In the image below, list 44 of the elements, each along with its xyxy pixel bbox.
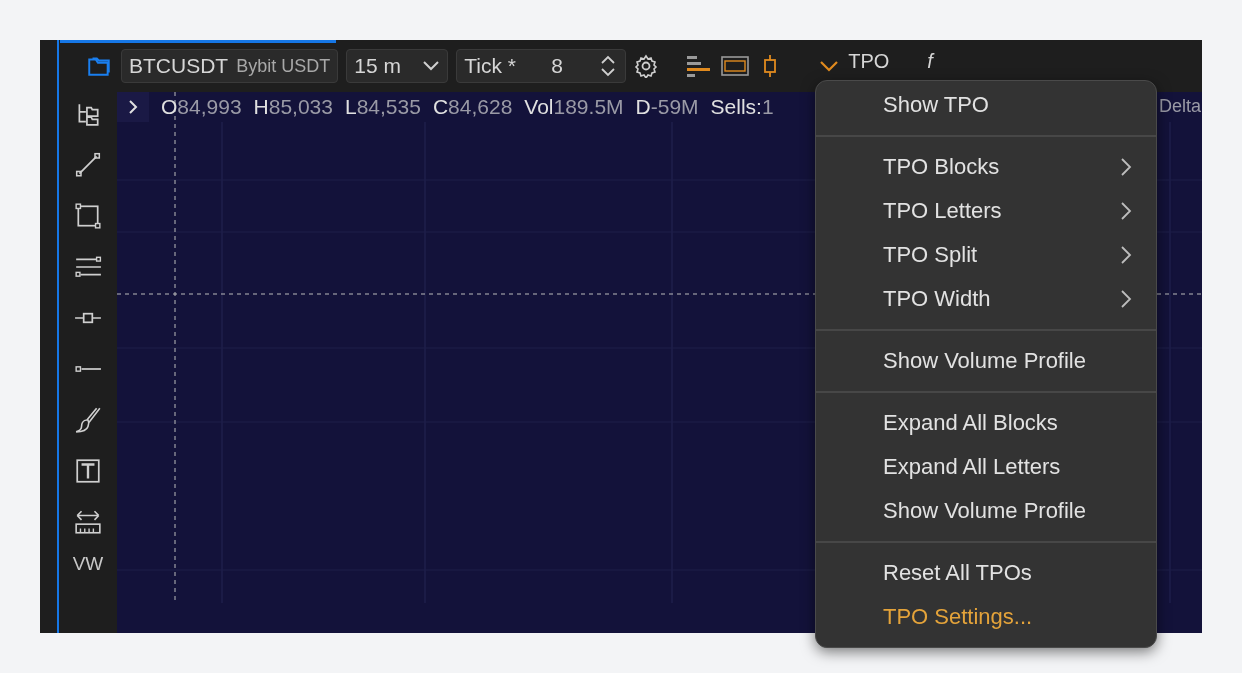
tick-size-field[interactable]: Tick * 8 [456, 49, 627, 83]
submenu-item[interactable]: TPO Blocks [816, 145, 1156, 189]
exchange-text: Bybit USDT [236, 55, 331, 77]
menu-item[interactable]: Reset All TPOs [816, 551, 1156, 595]
menu-item[interactable]: TPO Settings... [816, 595, 1156, 639]
menu-item[interactable]: Expand All Letters [816, 445, 1156, 489]
chevron-right-icon [1120, 157, 1132, 177]
ohlc-value: Vol189.5M [524, 95, 624, 119]
ohlc-value: O84,993 [161, 95, 242, 119]
brush-icon[interactable] [74, 406, 102, 434]
ohlc-value: C84,628 [432, 95, 513, 119]
chevron-down-icon [422, 60, 441, 72]
submenu-item[interactable]: TPO Split [816, 233, 1156, 277]
expand-button[interactable] [117, 92, 149, 122]
rectangle-icon[interactable] [74, 202, 102, 230]
menu-item[interactable]: Show TPO [816, 83, 1156, 127]
ohlc-value: Sells:1 [710, 95, 774, 119]
menu-item[interactable]: Show Volume Profile [816, 489, 1156, 533]
vw-tool[interactable]: VW [72, 553, 104, 575]
settings-icon[interactable] [634, 54, 659, 78]
ohlc-value: H85,033 [253, 95, 333, 119]
ohlc-value: L84,535 [345, 95, 421, 119]
chevron-right-icon [1120, 289, 1132, 309]
delta-label: Delta [1158, 96, 1201, 117]
chevron-right-icon [1120, 245, 1132, 265]
formula-label[interactable]: f [927, 50, 933, 73]
bar-profile-icon[interactable] [684, 53, 713, 79]
measure-icon[interactable] [74, 508, 102, 536]
chevron-right-icon [127, 99, 139, 115]
symbol-text: BTCUSDT [129, 54, 229, 78]
submenu-item[interactable]: TPO Letters [816, 189, 1156, 233]
chevron-right-icon [1120, 201, 1132, 221]
ohlc-value: D-59M [635, 95, 699, 119]
tick-value: 8 [551, 54, 563, 78]
interval-dropdown[interactable]: 15 m [346, 49, 449, 83]
tick-label: Tick * [464, 54, 516, 78]
submenu-item[interactable]: TPO Width [816, 277, 1156, 321]
trend-line-icon[interactable] [74, 151, 102, 179]
menu-item[interactable]: Show Volume Profile [816, 339, 1156, 383]
number-box-icon[interactable] [720, 54, 751, 78]
symbol-field[interactable]: BTCUSDT Bybit USDT [121, 49, 339, 83]
menu-item[interactable]: Expand All Blocks [816, 401, 1156, 445]
text-icon[interactable] [74, 457, 102, 485]
indicator-label[interactable]: TPO [848, 50, 890, 73]
